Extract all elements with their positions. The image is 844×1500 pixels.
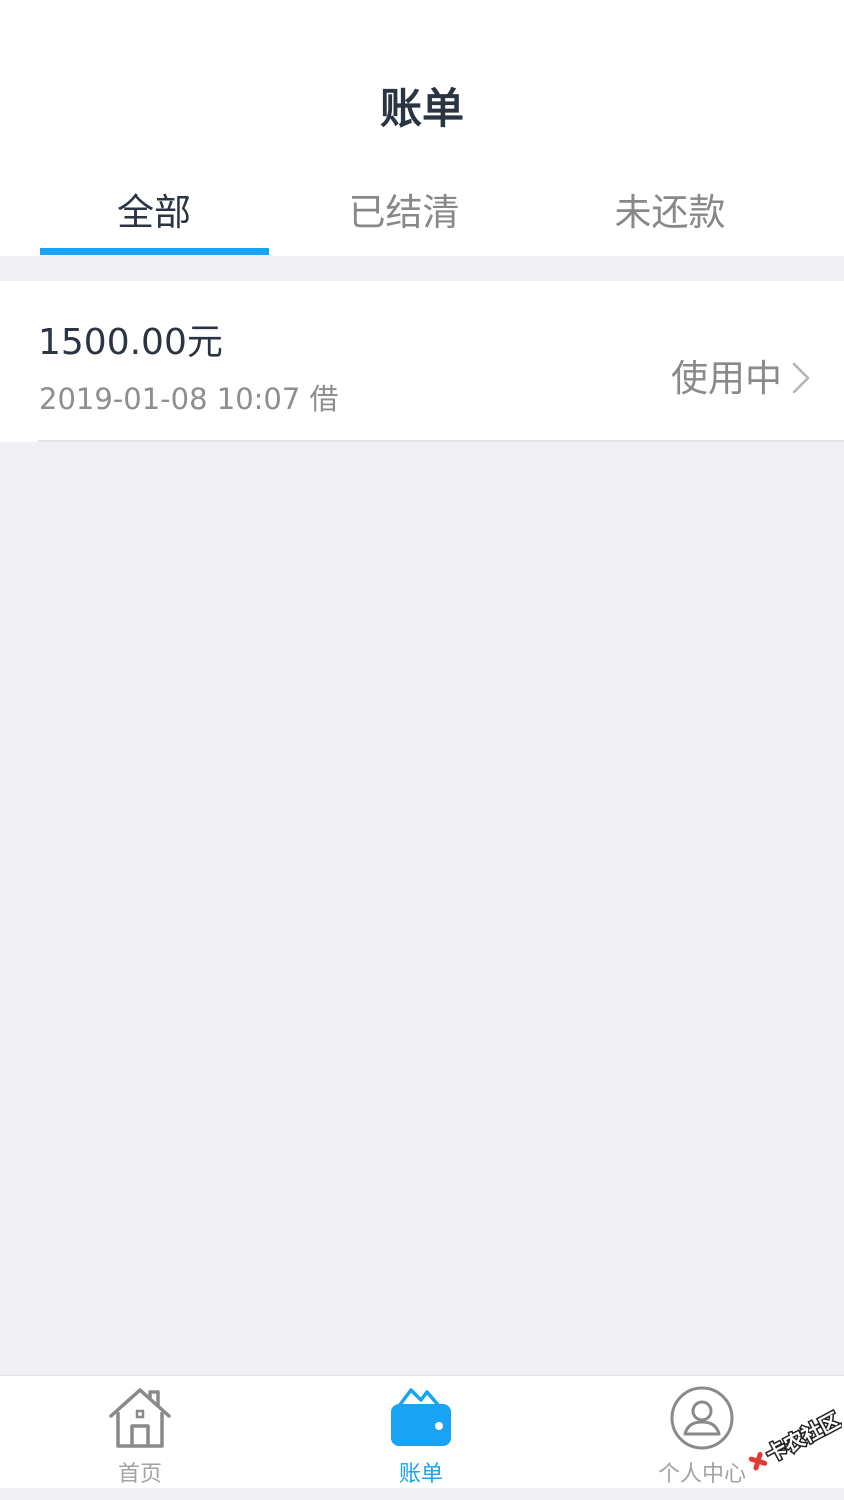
divider bbox=[38, 440, 844, 442]
watermark-text: 卡农社区 bbox=[762, 1408, 842, 1467]
bill-list-item[interactable]: 1500.00元 2019-01-08 10:07 借 使用中 bbox=[0, 281, 844, 442]
filter-tabs: 全部 已结清 未还款 bbox=[0, 180, 844, 256]
tabbar-label-home: 首页 bbox=[117, 1462, 162, 1487]
bill-amount: 1500.00元 bbox=[38, 322, 223, 363]
home-icon bbox=[109, 1388, 171, 1448]
page-title: 账单 bbox=[379, 84, 464, 133]
bottom-safe-area bbox=[0, 1488, 844, 1500]
active-tab-indicator bbox=[40, 248, 269, 255]
tabbar-item-bill[interactable]: 账单 bbox=[321, 1376, 521, 1489]
bill-date: 2019-01-08 10:07 借 bbox=[39, 382, 339, 416]
chevron-right-icon bbox=[792, 362, 810, 394]
tabbar-label-bill: 账单 bbox=[398, 1462, 443, 1487]
tab-settled[interactable]: 已结清 bbox=[290, 180, 518, 256]
bottom-tab-bar: 首页 账单 个人中心 bbox=[0, 1375, 844, 1489]
tab-unpaid[interactable]: 未还款 bbox=[556, 180, 784, 256]
watermark-logo: 卡农社区 bbox=[748, 1406, 842, 1471]
user-icon bbox=[670, 1386, 734, 1450]
bill-status: 使用中 bbox=[671, 357, 782, 400]
tabbar-item-home[interactable]: 首页 bbox=[40, 1376, 240, 1489]
tab-all[interactable]: 全部 bbox=[40, 180, 268, 256]
wallet-icon bbox=[391, 1388, 451, 1446]
